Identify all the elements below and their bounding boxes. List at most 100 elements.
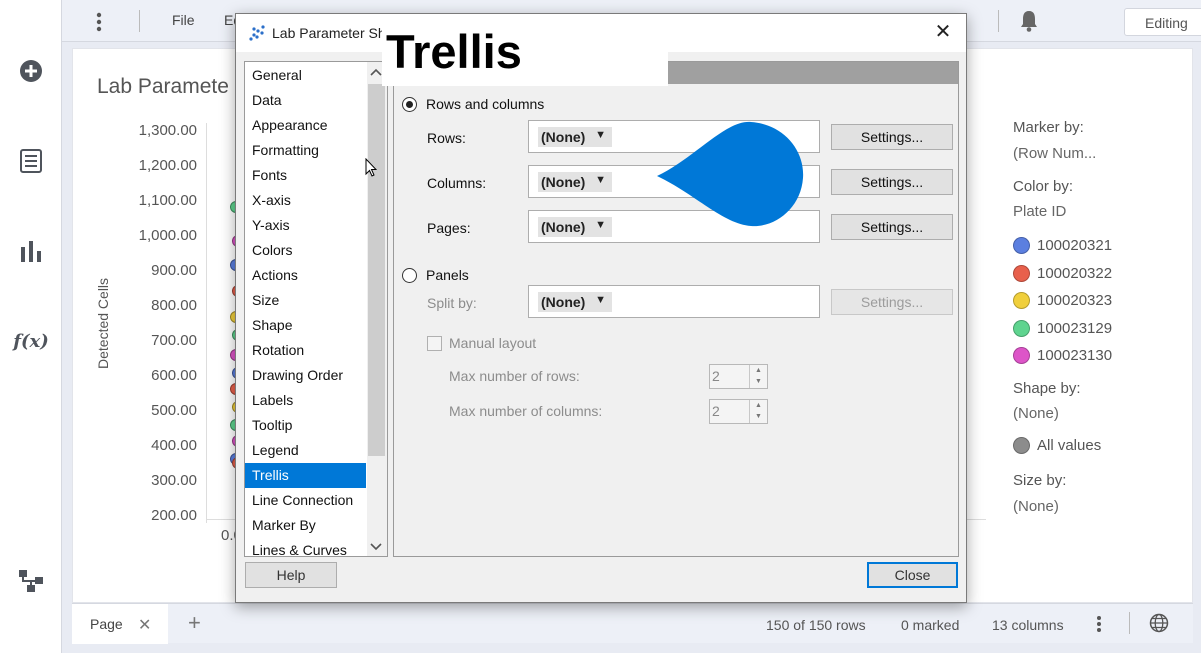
scroll-down-icon[interactable] <box>370 540 382 554</box>
pages-label: Pages: <box>427 220 471 236</box>
max-rows-stepper[interactable]: 2 ▲ ▼ <box>709 364 768 389</box>
shape-by-value[interactable]: (None) <box>1013 405 1059 422</box>
columns-settings-button[interactable]: Settings... <box>831 169 953 195</box>
category-item-tooltip[interactable]: Tooltip <box>245 413 366 438</box>
category-item-appearance[interactable]: Appearance <box>245 113 366 138</box>
close-button[interactable]: Close <box>867 562 958 588</box>
color-legend-item[interactable]: 100023129 <box>1013 319 1112 337</box>
shape-legend-item[interactable]: All values <box>1013 437 1101 454</box>
category-item-drawing-order[interactable]: Drawing Order <box>245 363 366 388</box>
category-item-labels[interactable]: Labels <box>245 388 366 413</box>
pages-column-selector[interactable]: (None) ▼ <box>538 217 612 237</box>
scroll-up-icon[interactable] <box>370 65 382 79</box>
close-icon[interactable]: ✕ <box>932 22 954 44</box>
split-by-settings-button[interactable]: Settings... <box>831 289 953 315</box>
category-item-data[interactable]: Data <box>245 88 366 113</box>
category-item-actions[interactable]: Actions <box>245 263 366 288</box>
file-menu[interactable]: File <box>172 12 195 28</box>
mode-dropdown[interactable]: Editing <box>1124 8 1201 36</box>
pages-value: (None) <box>541 219 586 235</box>
help-button[interactable]: Help <box>245 562 337 588</box>
rows-settings-button[interactable]: Settings... <box>831 124 953 150</box>
category-item-x-axis[interactable]: X-axis <box>245 188 366 213</box>
color-legend-item[interactable]: 100020323 <box>1013 292 1112 309</box>
stepper-arrows-icon[interactable]: ▲ ▼ <box>749 400 767 423</box>
more-menu-icon[interactable] <box>96 12 102 32</box>
color-legend-item[interactable]: 100023130 <box>1013 347 1112 364</box>
dropdown-arrow-icon: ▼ <box>595 174 606 186</box>
status-more-icon[interactable] <box>1096 615 1102 636</box>
category-item-formatting[interactable]: Formatting <box>245 138 366 163</box>
split-by-column-selector[interactable]: (None) ▼ <box>538 292 612 312</box>
color-legend-label: 100020322 <box>1037 264 1113 282</box>
category-item-trellis[interactable]: Trellis <box>245 463 366 488</box>
y-tick-label: 200.00 <box>151 507 197 524</box>
visualizations-icon[interactable] <box>17 237 45 265</box>
hierarchy-icon[interactable] <box>17 567 45 595</box>
teardrop-marker-icon <box>655 120 805 231</box>
dropdown-arrow-icon: ▼ <box>595 219 606 231</box>
page-tab[interactable]: Page ✕ <box>72 604 168 644</box>
notifications-icon[interactable] <box>1020 10 1038 35</box>
color-legend-item[interactable]: 100020321 <box>1013 237 1112 254</box>
data-table-icon[interactable] <box>17 147 45 175</box>
category-item-line-connection[interactable]: Line Connection <box>245 488 366 513</box>
toolbar-divider <box>998 10 999 32</box>
category-item-size[interactable]: Size <box>245 288 366 313</box>
category-item-rotation[interactable]: Rotation <box>245 338 366 363</box>
color-swatch <box>1013 319 1030 337</box>
marker-by-value[interactable]: (Row Num... <box>1013 145 1096 162</box>
function-icon[interactable]: f(x) <box>13 327 49 355</box>
scatter-plot-icon <box>248 24 266 45</box>
color-by-value[interactable]: Plate ID <box>1013 203 1066 220</box>
category-scrollbar[interactable] <box>367 62 387 556</box>
y-tick-label: 1,000.00 <box>138 227 197 244</box>
y-axis-line <box>206 123 207 523</box>
size-by-value[interactable]: (None) <box>1013 498 1059 515</box>
stepper-arrows-icon[interactable]: ▲ ▼ <box>749 365 767 388</box>
category-list: General Data Appearance Formatting Fonts X-ax… <box>244 61 388 557</box>
category-item-general[interactable]: General <box>245 63 366 88</box>
split-by-label: Split by: <box>427 295 477 311</box>
category-item-legend[interactable]: Legend <box>245 438 366 463</box>
max-columns-value: 2 <box>712 403 720 419</box>
manual-layout-checkbox[interactable] <box>427 336 442 351</box>
columns-column-selector[interactable]: (None) ▼ <box>538 172 612 192</box>
category-item-shape[interactable]: Shape <box>245 313 366 338</box>
scrollbar-thumb[interactable] <box>368 84 385 456</box>
globe-icon[interactable] <box>1149 613 1169 636</box>
panels-label: Panels <box>426 267 469 283</box>
rows-value: (None) <box>541 129 586 145</box>
page-tab-label: Page <box>90 616 123 632</box>
max-rows-label: Max number of rows: <box>449 368 580 384</box>
toolbar-divider <box>139 10 140 32</box>
add-icon[interactable] <box>17 57 45 85</box>
y-tick-label: 1,200.00 <box>138 157 197 174</box>
category-item-y-axis[interactable]: Y-axis <box>245 213 366 238</box>
rows-status: 150 of 150 rows <box>766 617 866 633</box>
status-divider <box>1129 612 1130 634</box>
y-tick-label: 600.00 <box>151 367 197 384</box>
category-item-lines-curves[interactable]: Lines & Curves <box>245 538 366 556</box>
shape-by-header: Shape by: <box>1013 380 1081 397</box>
panels-radio[interactable] <box>402 268 417 283</box>
pages-settings-button[interactable]: Settings... <box>831 214 953 240</box>
color-swatch <box>1013 237 1030 254</box>
category-item-colors[interactable]: Colors <box>245 238 366 263</box>
left-rail: f(x) <box>0 0 62 653</box>
y-axis-label: Detected Cells <box>95 277 111 369</box>
max-columns-stepper[interactable]: 2 ▲ ▼ <box>709 399 768 424</box>
close-tab-icon[interactable]: ✕ <box>138 615 151 635</box>
columns-status: 13 columns <box>992 617 1064 633</box>
y-tick-label: 500.00 <box>151 402 197 419</box>
category-item-marker-by[interactable]: Marker By <box>245 513 366 538</box>
rows-columns-radio[interactable] <box>402 97 417 112</box>
rows-column-selector[interactable]: (None) ▼ <box>538 127 612 147</box>
category-item-fonts[interactable]: Fonts <box>245 163 366 188</box>
split-by-field[interactable]: (None) ▼ <box>528 285 820 318</box>
y-tick-label: 1,300.00 <box>138 122 197 139</box>
columns-label: Columns: <box>427 175 487 191</box>
add-page-icon[interactable]: + <box>188 610 201 636</box>
split-by-value: (None) <box>541 294 586 310</box>
color-legend-item[interactable]: 100020322 <box>1013 264 1113 282</box>
